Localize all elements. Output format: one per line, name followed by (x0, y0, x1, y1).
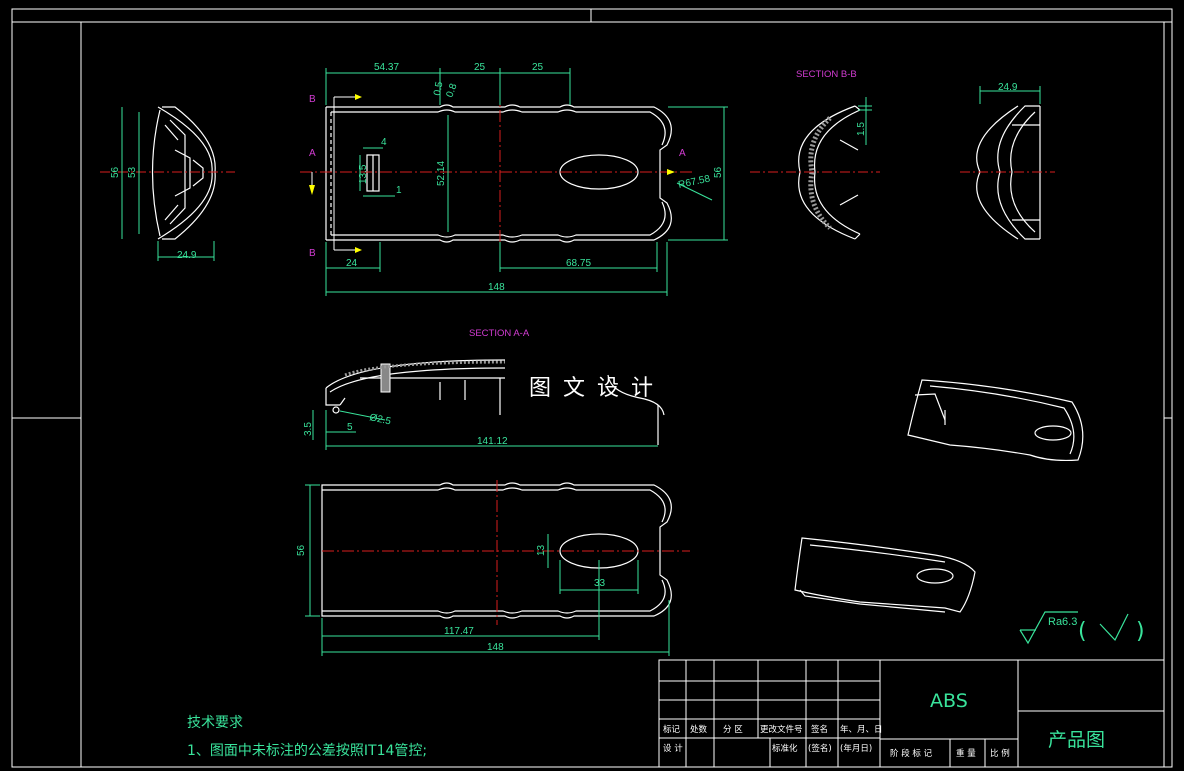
dim-oval-width: 33 (594, 578, 606, 589)
dim-left-width: 24.9 (177, 250, 197, 261)
dim-slot-gap: 1 (396, 185, 402, 196)
tb-label-sign-paren: (签名) (808, 743, 832, 754)
section-aa-title: SECTION A-A (469, 328, 530, 339)
dim-inner-height: 52.14 (436, 161, 447, 186)
tb-label-change-doc: 更改文件号 (760, 724, 803, 735)
section-marker-b-bottom: B (309, 248, 316, 259)
dim-left-height-inner: 53 (127, 166, 138, 178)
tb-label-mark: 标记 (663, 724, 681, 735)
section-bb-title: SECTION B-B (796, 69, 857, 80)
tb-label-date: 年、月、日 (840, 724, 883, 735)
top-view (325, 104, 672, 243)
dim-top-2: 25 (474, 62, 486, 73)
dim-top-3: 25 (532, 62, 544, 73)
dim-top-1: 54.37 (374, 62, 399, 73)
tb-label-stage-mark: 阶 段 标 记 (890, 748, 933, 759)
isometric-view-upper (907, 379, 1084, 462)
isometric-view-lower (794, 537, 976, 613)
drawing-name: 产品图 (1048, 729, 1105, 751)
dim-aa-length: 141.12 (477, 436, 508, 447)
dim-right-radius: R67.58 (677, 173, 711, 191)
tb-label-design: 设 计 (663, 743, 683, 754)
dim-aa-height: 3.5 (303, 422, 314, 436)
dim-bottom-11747: 117.47 (444, 626, 474, 637)
dim-bottom-overall-length: 148 (487, 642, 504, 653)
dim-small-a: 0.5 (432, 80, 445, 96)
top-view-dimension-lines (121, 68, 728, 296)
roughness-paren-close: ) (1136, 619, 1145, 644)
notes-heading: 技术要求 (187, 715, 243, 731)
dim-bottom-24: 24 (346, 258, 358, 269)
roughness-paren-open: ( (1078, 619, 1087, 644)
material-label: ABS (930, 690, 968, 712)
section-marker-a-right: A (679, 148, 686, 159)
dim-right-width: 24.9 (998, 82, 1018, 93)
dim-left-height-outer: 56 (110, 166, 121, 178)
notes-line-1: 1、图面中未标注的公差按照IT14管控; (187, 743, 427, 759)
left-end-view (151, 106, 216, 240)
tb-label-weight: 重 量 (956, 748, 976, 759)
tb-label-signature: 签名 (811, 724, 828, 735)
tb-label-date-paren: (年月日) (840, 743, 872, 754)
dim-slot-height: 13.5 (358, 164, 369, 184)
watermark-text: 图文设计 (529, 376, 665, 401)
dim-aa-offset: 5 (347, 422, 353, 433)
section-marker-a-left: A (309, 148, 316, 159)
dim-slot-width: 4 (381, 137, 387, 148)
tb-label-standardize: 标准化 (772, 743, 798, 754)
cad-drawing-canvas: SECTION B-B SECTION A-A B B A A 56 53 24… (11, 8, 1173, 768)
tb-label-scale: 比 例 (990, 748, 1010, 759)
dim-bb-thickness: 1.5 (856, 122, 867, 136)
dim-oval-height: 13 (536, 544, 547, 556)
dim-small-b: 0.8 (444, 82, 459, 99)
dim-overall-height: 56 (713, 166, 724, 178)
tb-label-count: 处数 (690, 724, 708, 735)
roughness-value: Ra6.3 (1048, 616, 1077, 628)
section-aa-view (325, 359, 665, 445)
tb-label-zone: 分 区 (723, 725, 743, 735)
section-marker-b-top: B (309, 94, 316, 105)
dim-aa-hole: Ø2.5 (368, 412, 392, 427)
dim-bottom-6875: 68.75 (566, 258, 591, 269)
dim-bottom-view-height: 56 (296, 544, 307, 556)
dim-overall-length: 148 (488, 282, 505, 293)
